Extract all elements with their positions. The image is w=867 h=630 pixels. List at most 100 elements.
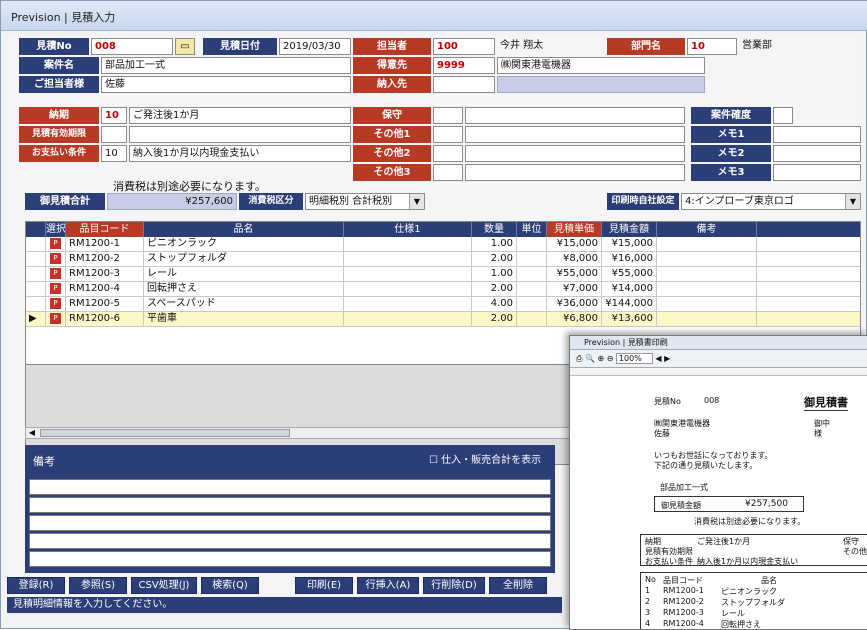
other2-code-field[interactable] <box>433 145 463 162</box>
nouki-field[interactable]: ご発注後1か月 <box>129 107 351 124</box>
zoom-select[interactable]: 100% <box>615 353 653 364</box>
row-indicator[interactable] <box>26 297 46 311</box>
cell-qty[interactable]: 2.00 <box>472 312 517 326</box>
folder-icon[interactable]: ▭ <box>175 38 195 55</box>
table-row[interactable]: P RM1200-2 ストップフォルダ 2.00 ¥8,000 ¥16,000 <box>26 252 860 267</box>
row-indicator[interactable] <box>26 282 46 296</box>
biko-line-4[interactable] <box>29 533 551 549</box>
cell-amount[interactable]: ¥144,000 <box>602 297 657 311</box>
reference-button[interactable]: 参照(S) <box>69 577 127 594</box>
cell-price[interactable]: ¥36,000 <box>547 297 602 311</box>
cell-amount[interactable]: ¥14,000 <box>602 282 657 296</box>
cell-qty[interactable]: 2.00 <box>472 282 517 296</box>
table-row[interactable]: P RM1200-3 レール 1.00 ¥55,000 ¥55,000 <box>26 267 860 282</box>
cell-price[interactable]: ¥55,000 <box>547 267 602 281</box>
shiharai-code-field[interactable]: 10 <box>101 145 127 162</box>
cell-name[interactable]: ストップフォルダ <box>144 252 344 266</box>
mitsumori-no-field[interactable]: 008 <box>91 38 173 55</box>
zoom-out-icon[interactable]: ⊖ <box>607 354 614 363</box>
memo3-field[interactable] <box>773 164 861 181</box>
row-indicator[interactable] <box>26 252 46 266</box>
cell-qty[interactable]: 1.00 <box>472 237 517 251</box>
nounyu-code-field[interactable] <box>433 76 495 93</box>
yuko-code-field[interactable] <box>101 126 127 143</box>
cell-name[interactable]: 回転押さえ <box>144 282 344 296</box>
cell-unit[interactable] <box>517 252 547 266</box>
cell-spec[interactable] <box>344 252 472 266</box>
row-indicator[interactable]: ▶ <box>26 312 46 326</box>
cell-unit[interactable] <box>517 237 547 251</box>
title-bar[interactable]: Prevision | 見積入力 <box>1 1 867 31</box>
print-button[interactable]: 印刷(E) <box>295 577 353 594</box>
next-page-icon[interactable]: ▶ <box>664 354 670 363</box>
cell-code[interactable]: RM1200-5 <box>66 297 144 311</box>
cell-name[interactable]: レール <box>144 267 344 281</box>
cell-note[interactable] <box>657 252 757 266</box>
pdf-icon[interactable]: P <box>46 267 66 281</box>
print-setting-select[interactable]: 4:インプローブ東京ロゴ ▼ <box>681 193 861 210</box>
find-icon[interactable]: 🔍 <box>585 354 595 363</box>
tanto-code-field[interactable]: 100 <box>433 38 495 55</box>
biko-line-5[interactable] <box>29 551 551 567</box>
print-preview-window[interactable]: Prevision | 見積書印刷 ⎙ 🔍 ⊕ ⊖ 100% ◀ ▶ 見積No … <box>569 335 867 630</box>
pdf-icon[interactable]: P <box>46 312 66 326</box>
cell-code[interactable]: RM1200-3 <box>66 267 144 281</box>
cell-note[interactable] <box>657 282 757 296</box>
mitsumori-date-field[interactable]: 2019/03/30 <box>279 38 351 55</box>
other2-field[interactable] <box>465 145 685 162</box>
tokuisaki-name-field[interactable]: ㈱関東港電機器 <box>497 57 705 74</box>
search-button[interactable]: 検索(Q) <box>201 577 259 594</box>
gotanto-field[interactable]: 佐藤 <box>101 76 351 93</box>
cell-price[interactable]: ¥6,800 <box>547 312 602 326</box>
memo2-field[interactable] <box>773 145 861 162</box>
pdf-icon[interactable]: P <box>46 297 66 311</box>
cell-spec[interactable] <box>344 312 472 326</box>
kenmei-field[interactable]: 部品加工一式 <box>101 57 351 74</box>
cell-price[interactable]: ¥15,000 <box>547 237 602 251</box>
other1-code-field[interactable] <box>433 126 463 143</box>
cell-amount[interactable]: ¥15,000 <box>602 237 657 251</box>
cell-unit[interactable] <box>517 267 547 281</box>
cell-unit[interactable] <box>517 312 547 326</box>
cell-code[interactable]: RM1200-4 <box>66 282 144 296</box>
tokuisaki-code-field[interactable]: 9999 <box>433 57 495 74</box>
print-icon[interactable]: ⎙ <box>576 354 582 363</box>
register-button[interactable]: 登録(R) <box>7 577 65 594</box>
scroll-thumb[interactable] <box>40 429 290 437</box>
row-indicator[interactable] <box>26 237 46 251</box>
nouki-code-field[interactable]: 10 <box>101 107 127 124</box>
row-indicator[interactable] <box>26 267 46 281</box>
cell-price[interactable]: ¥8,000 <box>547 252 602 266</box>
other3-field[interactable] <box>465 164 685 181</box>
zoom-in-icon[interactable]: ⊕ <box>597 354 604 363</box>
chevron-down-icon[interactable]: ▼ <box>409 194 424 209</box>
pdf-icon[interactable]: P <box>46 252 66 266</box>
show-total-checkbox[interactable]: ☐ 仕入・販売合計を表示 <box>429 451 541 466</box>
kakudo-field[interactable] <box>773 107 793 124</box>
bumon-code-field[interactable]: 10 <box>687 38 737 55</box>
table-row[interactable]: P RM1200-5 スペースパッド 4.00 ¥36,000 ¥144,000 <box>26 297 860 312</box>
other3-code-field[interactable] <box>433 164 463 181</box>
biko-line-1[interactable] <box>29 479 551 495</box>
tax-kubun-select[interactable]: 明細税別 合計税別 ▼ <box>305 193 425 210</box>
nounyu-name-field[interactable] <box>497 76 705 93</box>
cell-note[interactable] <box>657 312 757 326</box>
table-row[interactable]: ▶ P RM1200-6 平歯車 2.00 ¥6,800 ¥13,600 <box>26 312 860 327</box>
biko-line-3[interactable] <box>29 515 551 531</box>
cell-unit[interactable] <box>517 282 547 296</box>
table-row[interactable]: P RM1200-1 ピニオンラック 1.00 ¥15,000 ¥15,000 <box>26 237 860 252</box>
delete-all-button[interactable]: 全削除 <box>489 577 547 594</box>
cell-qty[interactable]: 1.00 <box>472 267 517 281</box>
cell-code[interactable]: RM1200-1 <box>66 237 144 251</box>
biko-line-2[interactable] <box>29 497 551 513</box>
cell-spec[interactable] <box>344 237 472 251</box>
cell-name[interactable]: スペースパッド <box>144 297 344 311</box>
cell-spec[interactable] <box>344 282 472 296</box>
cell-unit[interactable] <box>517 297 547 311</box>
cell-note[interactable] <box>657 237 757 251</box>
cell-amount[interactable]: ¥16,000 <box>602 252 657 266</box>
table-row[interactable]: P RM1200-4 回転押さえ 2.00 ¥7,000 ¥14,000 <box>26 282 860 297</box>
cell-code[interactable]: RM1200-6 <box>66 312 144 326</box>
cell-amount[interactable]: ¥55,000 <box>602 267 657 281</box>
hoshu-field[interactable] <box>465 107 685 124</box>
